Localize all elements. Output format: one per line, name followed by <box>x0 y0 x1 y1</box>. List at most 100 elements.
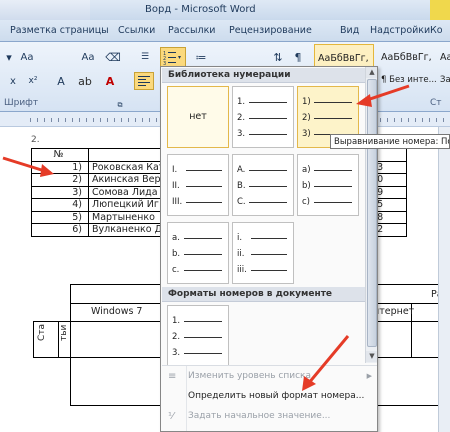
marker: 1. <box>172 316 181 326</box>
marker: ii. <box>237 249 245 259</box>
marker-line <box>251 254 287 255</box>
grow-font-icon[interactable]: Aa <box>20 48 34 66</box>
tab-more[interactable]: Ко <box>430 25 443 36</box>
marker-line <box>184 270 222 271</box>
numbering-lower-alpha-dot[interactable]: a. b. c. <box>167 222 229 284</box>
numbering-upper-alpha[interactable]: A. B. C. <box>232 154 294 216</box>
change-case-icon[interactable]: Aa <box>76 48 100 66</box>
numbering-lower-alpha-paren[interactable]: a) b) c) <box>297 154 359 216</box>
marker-line <box>249 102 287 103</box>
quick-access-toolbar[interactable] <box>0 0 90 20</box>
table-rule <box>33 321 71 322</box>
marker: a) <box>302 165 311 175</box>
tab-addins[interactable]: Надстройки <box>370 25 430 36</box>
marker-line <box>314 202 352 203</box>
marker: III. <box>172 197 183 207</box>
marker: 3. <box>237 129 246 139</box>
none-label: нет <box>189 111 207 122</box>
marker: i. <box>237 233 243 243</box>
tab-references[interactable]: Ссылки <box>118 25 155 36</box>
marker: 2. <box>172 332 181 342</box>
marker: a. <box>172 233 180 243</box>
align-left-button[interactable] <box>134 72 154 90</box>
clear-format-icon[interactable]: ⌫ <box>103 48 123 66</box>
change-list-level-label: Изменить уровень списка <box>188 371 312 381</box>
row-number: 4) <box>31 198 89 212</box>
marker-line <box>314 170 352 171</box>
list-level-icon: ≡ <box>168 371 177 382</box>
text-effects-icon[interactable]: A <box>52 72 70 90</box>
style-heading-label: Аа <box>440 52 450 63</box>
font-color-icon[interactable]: A <box>100 72 120 90</box>
row-number: 6) <box>31 223 89 237</box>
title-bar: Ворд - Microsoft Word <box>0 0 450 20</box>
tab-page-layout[interactable]: Разметка страницы <box>10 25 109 36</box>
marker-line <box>184 254 222 255</box>
marker-line <box>249 118 287 119</box>
document-formats-header: Форматы номеров в документе <box>162 287 365 302</box>
marker: 2) <box>302 113 311 123</box>
scroll-up-icon[interactable]: ▲ <box>366 67 377 78</box>
tab-view[interactable]: Вид <box>340 25 359 36</box>
doc-format-decimal-dot[interactable]: 1. 2. 3. <box>167 305 229 367</box>
marker: 3. <box>172 348 181 358</box>
superscript-icon[interactable]: x² <box>24 72 42 90</box>
marker-line <box>184 238 222 239</box>
submenu-arrow-icon: ▶ <box>366 372 372 380</box>
numbering-none[interactable]: нет <box>167 86 229 148</box>
arrow-annotation-icon <box>356 84 410 107</box>
tooltip: Выравнивание номера: По ле... <box>330 134 450 149</box>
numbering-icon: 1 2 3 ▾ <box>163 51 181 67</box>
marker: I. <box>172 165 178 175</box>
numbering-roman[interactable]: I. II. III. <box>167 154 229 216</box>
marker: c. <box>172 265 180 275</box>
row-number: 5) <box>31 210 89 224</box>
style-normal-label: АаБбВвГг, <box>318 53 369 64</box>
marker: b. <box>172 249 181 259</box>
show-marks-icon[interactable]: ¶ <box>290 48 306 66</box>
style-heading[interactable]: Аа За <box>437 44 450 96</box>
bullets-icon[interactable]: ☰ <box>134 48 156 66</box>
side-label-2: тьи <box>59 324 69 341</box>
style-no-spacing-label: АаБбВвГг, <box>381 52 432 63</box>
minimize-button[interactable] <box>430 0 450 20</box>
scroll-thumb[interactable] <box>367 79 377 347</box>
row-number: 3) <box>31 185 89 199</box>
marker: 1) <box>302 97 311 107</box>
marker-line <box>249 170 287 171</box>
ribbon-tabs: Разметка страницы Ссылки Рассылки Реценз… <box>0 20 450 42</box>
multilevel-list-icon[interactable]: ≔ <box>190 48 212 66</box>
arrow-annotation-icon <box>302 335 350 391</box>
table-rule <box>33 321 34 357</box>
marker-line <box>184 321 222 322</box>
col-windows: Windows 7 <box>91 306 143 317</box>
numbering-library-header: Библиотека нумерации <box>162 68 365 83</box>
marker: II. <box>172 181 180 191</box>
font-group-label: Шрифт <box>4 98 39 108</box>
menu-scrollbar[interactable]: ▲ ▼ <box>365 67 377 363</box>
marker-line <box>314 102 352 103</box>
partial-line: 2. <box>31 135 40 145</box>
marker-line <box>251 270 287 271</box>
marker: A. <box>237 165 246 175</box>
numbering-lower-roman[interactable]: i. ii. iii. <box>232 222 294 284</box>
scroll-down-icon[interactable]: ▼ <box>366 351 377 362</box>
tab-review[interactable]: Рецензирование <box>229 25 312 36</box>
tab-mailings[interactable]: Рассылки <box>168 25 215 36</box>
marker: 2. <box>237 113 246 123</box>
arrow-annotation-icon <box>2 156 54 177</box>
marker: B. <box>237 181 246 191</box>
numbering-value-icon: ⅟ <box>168 411 174 422</box>
highlight-icon[interactable]: ab <box>75 72 95 90</box>
numbering-decimal-dot[interactable]: 1. 2. 3. <box>232 86 294 148</box>
sort-icon[interactable]: ⇅ <box>268 48 288 66</box>
marker-line <box>186 186 222 187</box>
marker-line <box>314 118 352 119</box>
document-scrollbar[interactable] <box>438 127 450 432</box>
numbering-button[interactable]: 1 2 3 ▾ <box>160 47 186 67</box>
subscript-icon[interactable]: x <box>5 72 21 90</box>
font-size-dropdown-icon[interactable]: ▾ <box>3 48 15 66</box>
marker: c) <box>302 197 310 207</box>
set-numbering-value-item[interactable]: ⅟ Задать начальное значение... <box>162 408 377 426</box>
align-left-icon <box>138 76 150 86</box>
